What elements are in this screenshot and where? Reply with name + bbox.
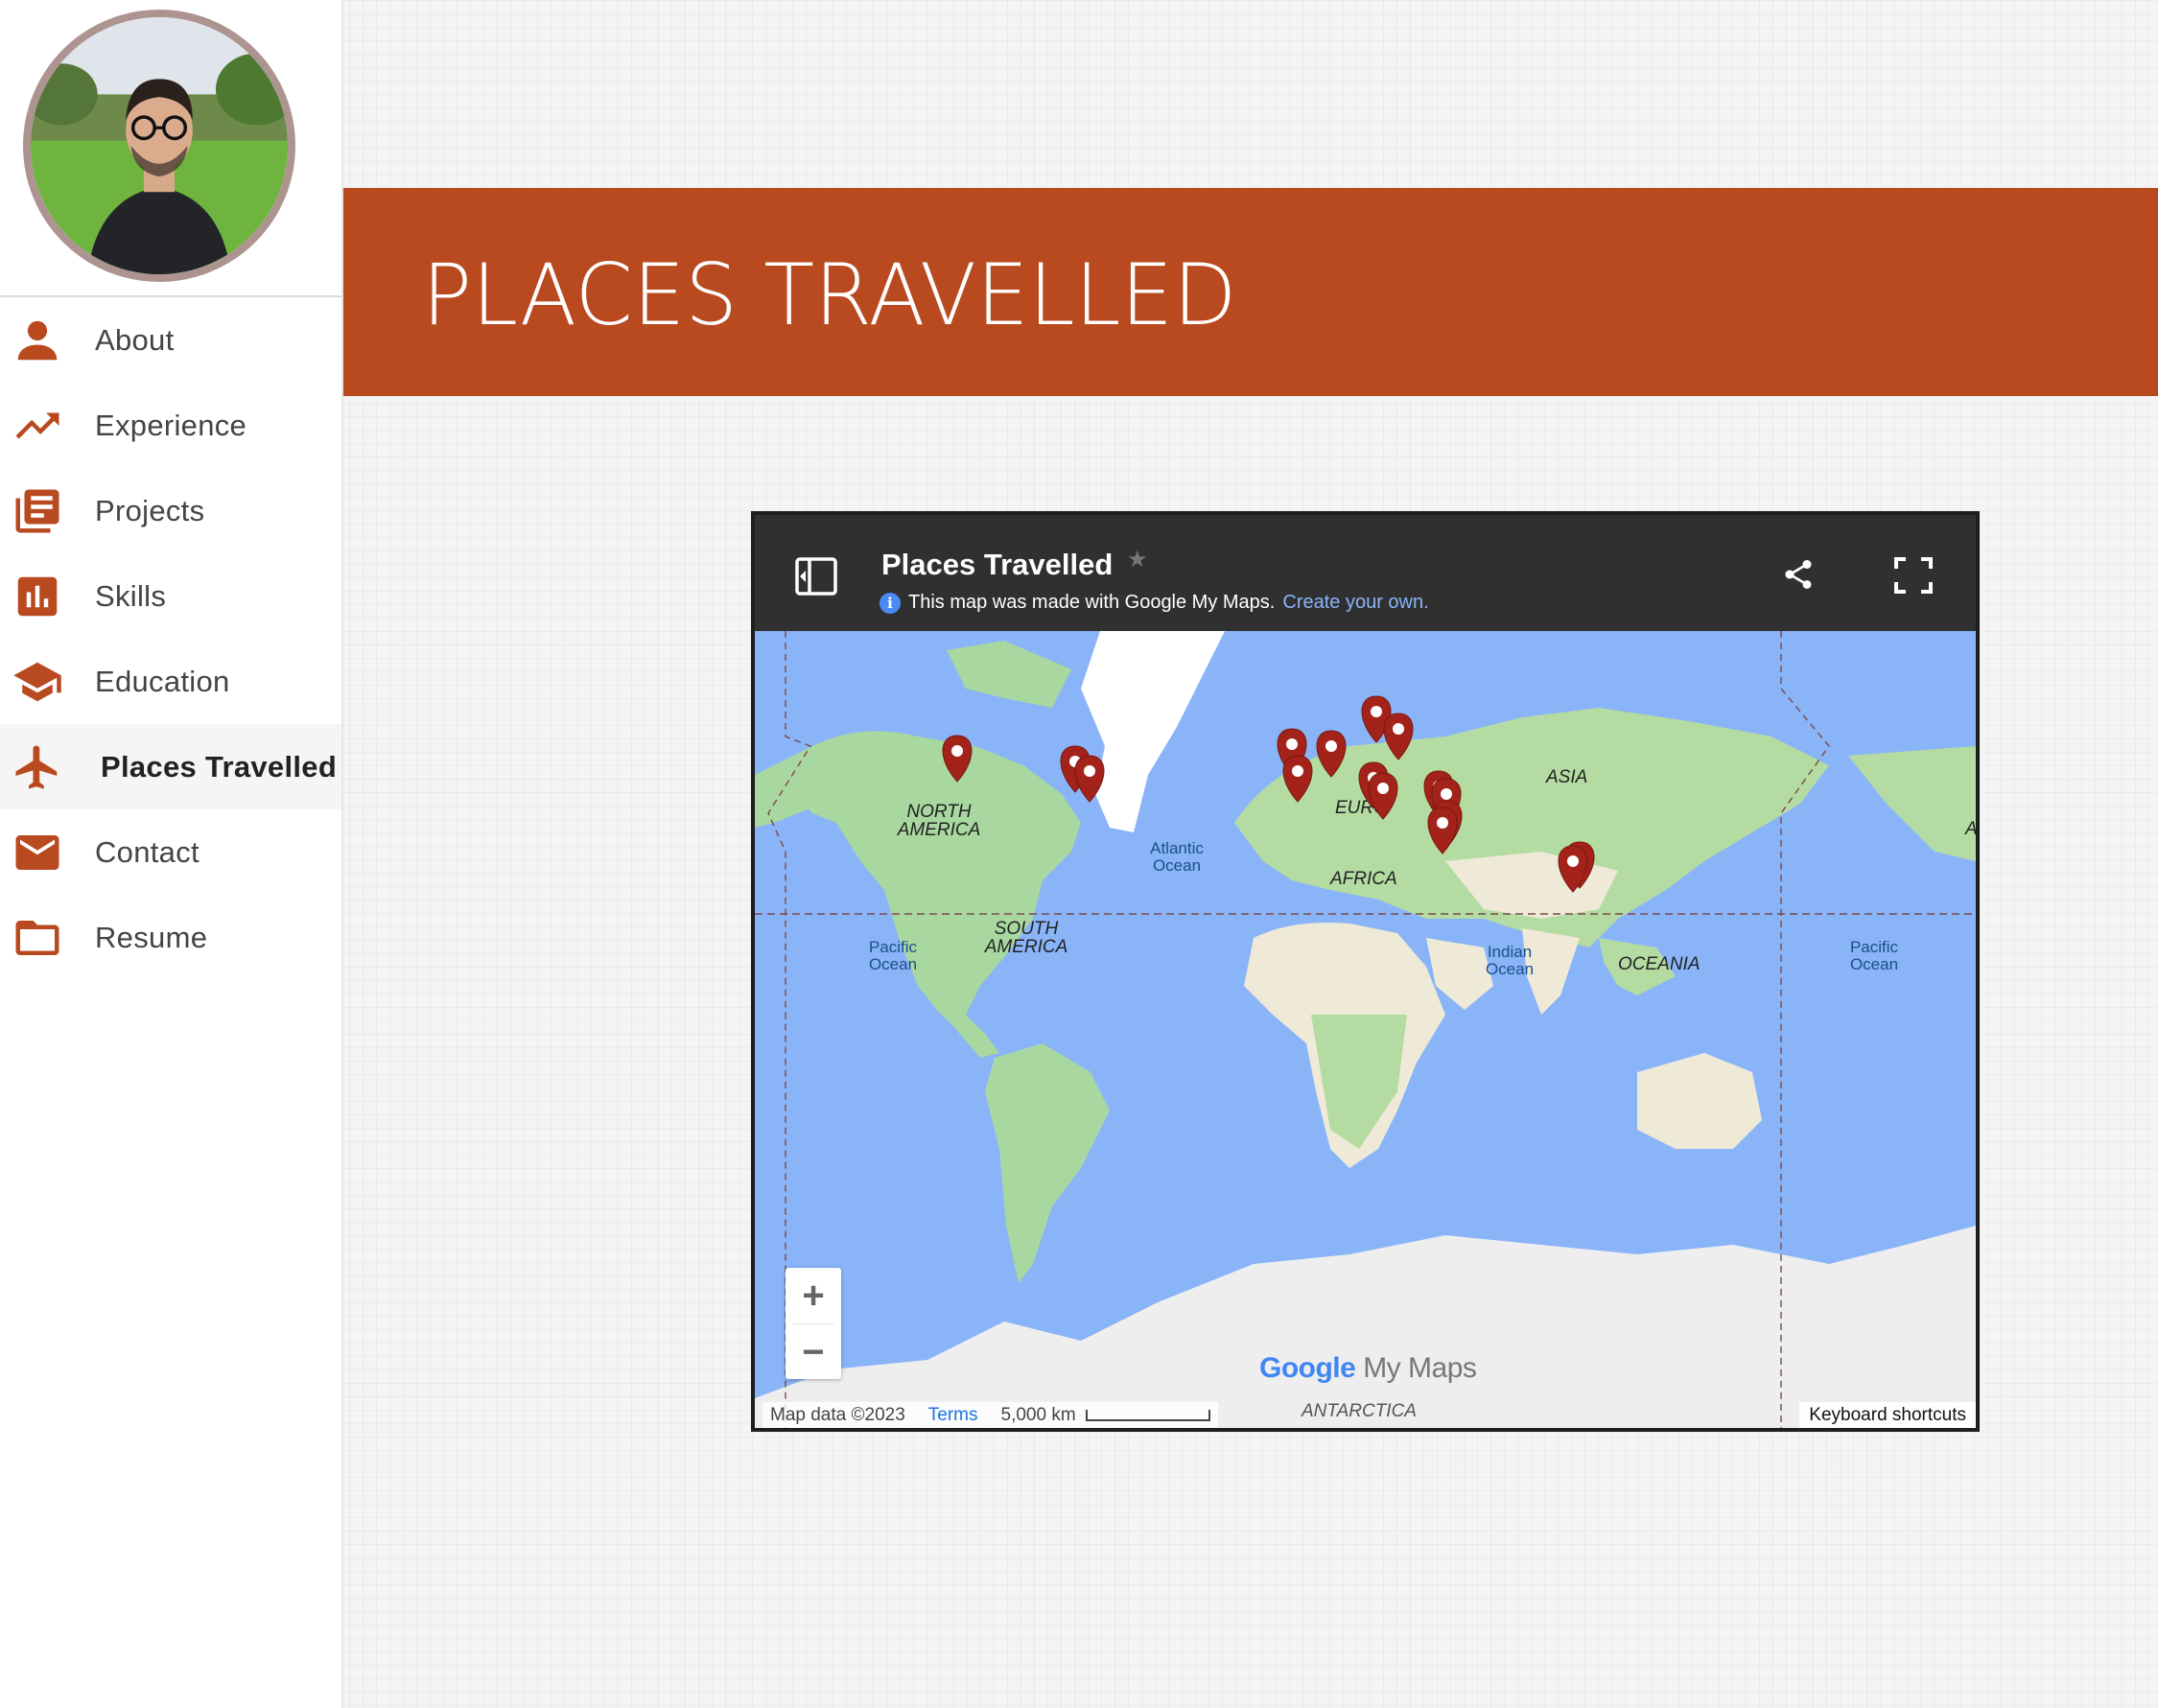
sidebar-item-label: Skills — [95, 578, 167, 613]
sidebar-item-label: Education — [95, 664, 230, 698]
label-indian-1: Indian — [1488, 943, 1532, 961]
sidebar-item-label: About — [95, 322, 175, 357]
antarctica — [755, 1226, 1976, 1428]
trending-up-icon — [0, 400, 95, 452]
label-atlantic-2: Ocean — [1153, 856, 1201, 875]
scale-bar — [1085, 1409, 1210, 1421]
map-header: Places Travelled ★ i This map was made w… — [755, 515, 1976, 631]
graduation-cap-icon — [0, 656, 95, 708]
info-icon: i — [880, 592, 901, 614]
sidebar: About Experience Projects Skills Educati… — [0, 0, 343, 1708]
scale-label: 5,000 km — [1000, 1404, 1076, 1425]
sidebar-item-education[interactable]: Education — [0, 639, 341, 724]
zoom-in-button[interactable]: + — [786, 1268, 841, 1323]
sidebar-item-about[interactable]: About — [0, 297, 341, 383]
map-data-credit: Map data ©2023 — [770, 1404, 905, 1425]
sidebar-item-places-travelled[interactable]: Places Travelled — [0, 724, 341, 809]
page-title: PLACES TRAVELLED — [422, 246, 1237, 344]
label-north-america-2: AMERICA — [897, 820, 981, 840]
alaska — [755, 746, 822, 828]
sidebar-item-skills[interactable]: Skills — [0, 553, 341, 639]
person-icon — [0, 315, 95, 366]
label-oceania: OCEANIA — [1618, 954, 1701, 974]
label-north-america-1: NORTH — [906, 802, 971, 822]
label-antarctica: ANTARCTICA — [1301, 1401, 1417, 1421]
australia — [1637, 1053, 1762, 1149]
folder-icon — [0, 912, 95, 964]
create-your-own-link[interactable]: Create your own. — [1282, 592, 1428, 614]
sidebar-item-label: Resume — [95, 920, 208, 954]
google-my-maps-logo: Google My Maps — [1259, 1352, 1477, 1385]
page-banner: PLACES TRAVELLED — [343, 188, 2158, 396]
label-pacific-east-2: Ocean — [1850, 955, 1898, 973]
sidebar-item-label: Places Travelled — [101, 749, 338, 784]
north-america — [793, 731, 1081, 1058]
avatar — [23, 10, 295, 282]
label-atlantic-1: Atlantic — [1150, 839, 1204, 857]
map-canvas[interactable]: NORTH AMERICA SOUTH AMERICA EURO ASIA AF… — [755, 631, 1976, 1428]
zoom-control: + − — [786, 1268, 841, 1379]
map-subtitle: i This map was made with Google My Maps.… — [880, 592, 1429, 614]
fullscreen-icon[interactable] — [1894, 557, 1933, 594]
sidebar-item-experience[interactable]: Experience — [0, 383, 341, 468]
map-subtitle-text: This map was made with Google My Maps. — [908, 592, 1276, 613]
envelope-icon — [0, 827, 95, 878]
map-title: Places Travelled — [881, 548, 1114, 581]
label-asia: ASIA — [1545, 767, 1587, 787]
label-indian-2: Ocean — [1486, 960, 1534, 978]
google-wordmark: Google — [1259, 1352, 1356, 1384]
label-pacific-west-1: Pacific — [869, 938, 918, 956]
label-pacific-west-2: Ocean — [869, 955, 917, 973]
profile-header — [0, 0, 341, 297]
map-scale[interactable]: 5,000 km — [1001, 1405, 1210, 1426]
sidebar-item-contact[interactable]: Contact — [0, 809, 341, 895]
greenland — [1081, 631, 1225, 832]
star-icon[interactable]: ★ — [1127, 546, 1148, 573]
eastern-russia-edge — [1848, 746, 1976, 861]
sidebar-nav: About Experience Projects Skills Educati… — [0, 297, 341, 980]
library-books-icon — [0, 485, 95, 537]
sidebar-item-resume[interactable]: Resume — [0, 895, 341, 980]
label-pacific-east-1: Pacific — [1850, 938, 1899, 956]
sidebar-item-label: Contact — [95, 834, 199, 869]
label-south-america-1: SOUTH — [995, 919, 1059, 939]
label-africa: AFRICA — [1329, 869, 1397, 889]
arctic-islands — [947, 641, 1071, 708]
map-attribution: Map data ©2023 Terms 5,000 km — [762, 1402, 1218, 1428]
label-south-america-2: AMERICA — [984, 937, 1068, 957]
share-icon[interactable] — [1781, 557, 1816, 592]
airplane-icon — [0, 741, 95, 793]
map-legend-toggle-icon[interactable] — [795, 557, 837, 596]
world-map: NORTH AMERICA SOUTH AMERICA EURO ASIA AF… — [755, 631, 1976, 1428]
keyboard-shortcuts-button[interactable]: Keyboard shortcuts — [1799, 1402, 1976, 1428]
my-maps-wordmark: My Maps — [1363, 1352, 1477, 1384]
terms-link[interactable]: Terms — [928, 1405, 978, 1426]
sidebar-item-projects[interactable]: Projects — [0, 468, 341, 553]
label-cut-letter: A — [1964, 819, 1976, 839]
south-america — [985, 1043, 1110, 1283]
sidebar-item-label: Projects — [95, 493, 205, 527]
sidebar-item-label: Experience — [95, 408, 247, 442]
embedded-map[interactable]: Places Travelled ★ i This map was made w… — [751, 511, 1980, 1432]
zoom-out-button[interactable]: − — [786, 1324, 841, 1380]
bar-chart-icon — [0, 571, 95, 622]
